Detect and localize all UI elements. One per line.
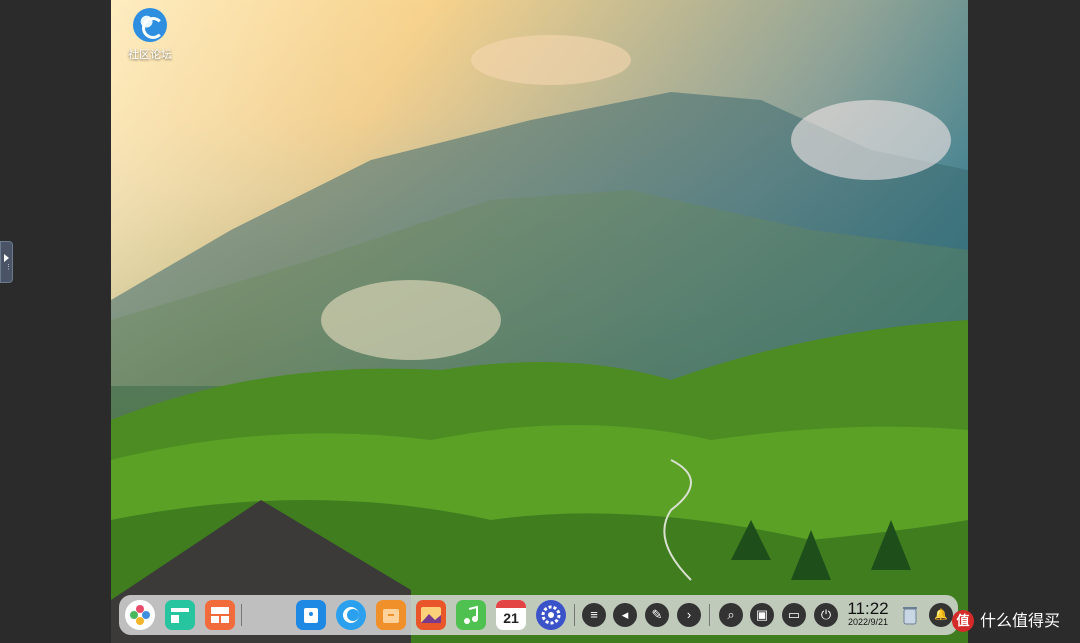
- dock: 21 ≡ ◂ ✎ › ⌕ ▣ ▭ ⏻ 11:22 2022/9/21 🔔: [119, 595, 958, 635]
- calendar-icon[interactable]: 21: [496, 600, 526, 630]
- search-icon[interactable]: ⌕: [719, 603, 743, 627]
- side-panel-handle[interactable]: ⋮: [0, 241, 13, 283]
- watermark-text: 什么值得买: [980, 611, 1061, 630]
- clock[interactable]: 11:22 2022/9/21: [846, 600, 890, 628]
- trash-icon[interactable]: [895, 600, 925, 630]
- list-icon[interactable]: ≡: [582, 603, 606, 627]
- workspace-icon[interactable]: [205, 600, 235, 630]
- multitask-view-icon[interactable]: [165, 600, 195, 630]
- app-store-icon[interactable]: [296, 600, 326, 630]
- wallpaper-landscape: [111, 35, 968, 643]
- expand-arrow-icon: [4, 254, 9, 262]
- dock-divider: [709, 604, 710, 626]
- dock-divider: [574, 604, 575, 626]
- deepin-forum-icon: [133, 8, 167, 42]
- settings-icon[interactable]: [536, 600, 566, 630]
- clock-time: 11:22: [847, 599, 889, 618]
- clock-date: 2022/9/21: [847, 617, 889, 627]
- browser-icon[interactable]: [336, 600, 366, 630]
- folder-icon[interactable]: [376, 600, 406, 630]
- launcher-icon[interactable]: [125, 600, 155, 630]
- music-icon[interactable]: [456, 600, 486, 630]
- dock-divider: [241, 604, 242, 626]
- watermark-badge: 值: [952, 610, 974, 632]
- chevron-right-icon[interactable]: ›: [677, 603, 701, 627]
- grip-icon: ⋮: [5, 264, 12, 271]
- calendar-day: 21: [503, 610, 519, 626]
- watermark: 值 什么值得买: [952, 604, 1080, 636]
- photos-icon[interactable]: [416, 600, 446, 630]
- pen-icon[interactable]: ✎: [645, 603, 669, 627]
- desktop-wallpaper: [111, 0, 968, 643]
- desktop-icon-forum[interactable]: 社区论坛: [121, 8, 179, 62]
- display-icon[interactable]: ▭: [782, 603, 806, 627]
- power-icon[interactable]: ⏻: [814, 603, 838, 627]
- bell-icon[interactable]: 🔔: [929, 603, 953, 627]
- desktop-icon-label: 社区论坛: [128, 49, 172, 61]
- capture-icon[interactable]: ▣: [750, 603, 774, 627]
- volume-icon[interactable]: ◂: [613, 603, 637, 627]
